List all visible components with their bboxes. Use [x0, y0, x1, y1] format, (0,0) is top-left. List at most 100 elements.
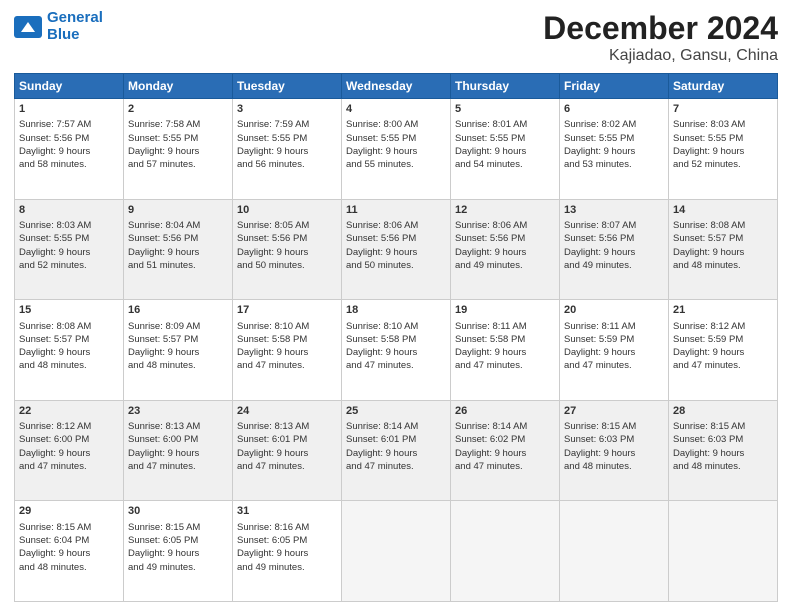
day-number: 26 [455, 404, 555, 419]
day-info-line: and 48 minutes. [19, 359, 119, 372]
logo-text-blue: Blue [47, 27, 103, 44]
day-info-line: and 56 minutes. [237, 158, 337, 171]
day-info-line: Sunrise: 8:03 AM [19, 219, 119, 232]
day-info-line: Daylight: 9 hours [237, 145, 337, 158]
day-info-line: and 47 minutes. [673, 359, 773, 372]
calendar-cell: 23Sunrise: 8:13 AMSunset: 6:00 PMDayligh… [124, 400, 233, 501]
header-row: Sunday Monday Tuesday Wednesday Thursday… [15, 74, 778, 99]
day-info-line: Sunrise: 8:03 AM [673, 118, 773, 131]
day-info-line: and 47 minutes. [564, 359, 664, 372]
day-info-line: Sunrise: 7:57 AM [19, 118, 119, 131]
day-info-line: and 57 minutes. [128, 158, 228, 171]
day-info-line: Sunset: 5:55 PM [564, 132, 664, 145]
day-info-line: Daylight: 9 hours [564, 145, 664, 158]
calendar-cell: 5Sunrise: 8:01 AMSunset: 5:55 PMDaylight… [451, 99, 560, 200]
day-info-line: Sunrise: 8:15 AM [564, 420, 664, 433]
logo-square [14, 16, 42, 38]
calendar-cell: 17Sunrise: 8:10 AMSunset: 5:58 PMDayligh… [233, 300, 342, 401]
title-block: December 2024 Kajiadao, Gansu, China [543, 10, 778, 65]
day-info-line: Sunset: 5:56 PM [128, 232, 228, 245]
week-row-4: 22Sunrise: 8:12 AMSunset: 6:00 PMDayligh… [15, 400, 778, 501]
calendar-cell [451, 501, 560, 602]
page-subtitle: Kajiadao, Gansu, China [543, 47, 778, 65]
calendar-cell: 28Sunrise: 8:15 AMSunset: 6:03 PMDayligh… [669, 400, 778, 501]
day-number: 14 [673, 203, 773, 218]
day-info-line: Sunrise: 8:04 AM [128, 219, 228, 232]
day-info-line: and 49 minutes. [237, 561, 337, 574]
day-number: 8 [19, 203, 119, 218]
day-info-line: Sunset: 6:04 PM [19, 534, 119, 547]
day-number: 19 [455, 303, 555, 318]
day-number: 28 [673, 404, 773, 419]
calendar-cell: 2Sunrise: 7:58 AMSunset: 5:55 PMDaylight… [124, 99, 233, 200]
day-number: 21 [673, 303, 773, 318]
day-number: 27 [564, 404, 664, 419]
day-info-line: Sunrise: 8:09 AM [128, 320, 228, 333]
calendar-cell: 14Sunrise: 8:08 AMSunset: 5:57 PMDayligh… [669, 199, 778, 300]
day-info-line: and 54 minutes. [455, 158, 555, 171]
day-info-line: Sunset: 5:56 PM [564, 232, 664, 245]
day-info-line: Sunrise: 8:14 AM [346, 420, 446, 433]
day-number: 16 [128, 303, 228, 318]
day-info-line: Sunrise: 8:08 AM [19, 320, 119, 333]
day-info-line: and 48 minutes. [128, 359, 228, 372]
calendar-cell: 21Sunrise: 8:12 AMSunset: 5:59 PMDayligh… [669, 300, 778, 401]
day-info-line: and 49 minutes. [128, 561, 228, 574]
day-info-line: Sunset: 6:00 PM [19, 433, 119, 446]
day-info-line: and 48 minutes. [19, 561, 119, 574]
day-info-line: Sunset: 5:56 PM [346, 232, 446, 245]
calendar-cell: 24Sunrise: 8:13 AMSunset: 6:01 PMDayligh… [233, 400, 342, 501]
day-info-line: Sunrise: 8:15 AM [128, 521, 228, 534]
day-number: 6 [564, 102, 664, 117]
header: General Blue December 2024 Kajiadao, Gan… [14, 10, 778, 65]
calendar-cell: 4Sunrise: 8:00 AMSunset: 5:55 PMDaylight… [342, 99, 451, 200]
day-info-line: Daylight: 9 hours [128, 547, 228, 560]
day-info-line: Sunset: 6:01 PM [346, 433, 446, 446]
day-number: 23 [128, 404, 228, 419]
day-info-line: Sunrise: 8:06 AM [346, 219, 446, 232]
day-info-line: Sunrise: 8:13 AM [237, 420, 337, 433]
col-saturday: Saturday [669, 74, 778, 99]
day-number: 24 [237, 404, 337, 419]
week-row-3: 15Sunrise: 8:08 AMSunset: 5:57 PMDayligh… [15, 300, 778, 401]
day-info-line: Sunrise: 8:05 AM [237, 219, 337, 232]
day-info-line: Daylight: 9 hours [19, 547, 119, 560]
calendar-cell: 3Sunrise: 7:59 AMSunset: 5:55 PMDaylight… [233, 99, 342, 200]
day-info-line: Sunset: 6:02 PM [455, 433, 555, 446]
day-info-line: Daylight: 9 hours [564, 246, 664, 259]
day-info-line: Sunrise: 8:15 AM [19, 521, 119, 534]
day-info-line: and 47 minutes. [19, 460, 119, 473]
day-info-line: Sunrise: 8:00 AM [346, 118, 446, 131]
day-info-line: Sunset: 6:01 PM [237, 433, 337, 446]
calendar-cell: 25Sunrise: 8:14 AMSunset: 6:01 PMDayligh… [342, 400, 451, 501]
day-number: 2 [128, 102, 228, 117]
day-info-line: Sunset: 6:00 PM [128, 433, 228, 446]
day-info-line: Sunrise: 8:08 AM [673, 219, 773, 232]
day-number: 17 [237, 303, 337, 318]
week-row-5: 29Sunrise: 8:15 AMSunset: 6:04 PMDayligh… [15, 501, 778, 602]
day-info-line: Daylight: 9 hours [564, 346, 664, 359]
calendar-cell: 13Sunrise: 8:07 AMSunset: 5:56 PMDayligh… [560, 199, 669, 300]
day-number: 29 [19, 504, 119, 519]
day-info-line: Sunset: 5:58 PM [346, 333, 446, 346]
day-info-line: Sunset: 6:05 PM [237, 534, 337, 547]
day-info-line: and 47 minutes. [455, 359, 555, 372]
calendar-cell: 31Sunrise: 8:16 AMSunset: 6:05 PMDayligh… [233, 501, 342, 602]
week-row-2: 8Sunrise: 8:03 AMSunset: 5:55 PMDaylight… [15, 199, 778, 300]
calendar-cell [560, 501, 669, 602]
day-number: 5 [455, 102, 555, 117]
day-info-line: and 47 minutes. [128, 460, 228, 473]
day-info-line: and 53 minutes. [564, 158, 664, 171]
day-info-line: Sunset: 5:55 PM [673, 132, 773, 145]
day-info-line: Daylight: 9 hours [346, 447, 446, 460]
day-number: 15 [19, 303, 119, 318]
day-info-line: Sunrise: 8:01 AM [455, 118, 555, 131]
col-monday: Monday [124, 74, 233, 99]
day-info-line: and 47 minutes. [346, 359, 446, 372]
calendar-cell: 7Sunrise: 8:03 AMSunset: 5:55 PMDaylight… [669, 99, 778, 200]
day-info-line: Sunrise: 8:02 AM [564, 118, 664, 131]
day-info-line: Sunset: 5:55 PM [346, 132, 446, 145]
day-info-line: Daylight: 9 hours [237, 447, 337, 460]
day-info-line: Sunset: 5:55 PM [128, 132, 228, 145]
day-number: 12 [455, 203, 555, 218]
